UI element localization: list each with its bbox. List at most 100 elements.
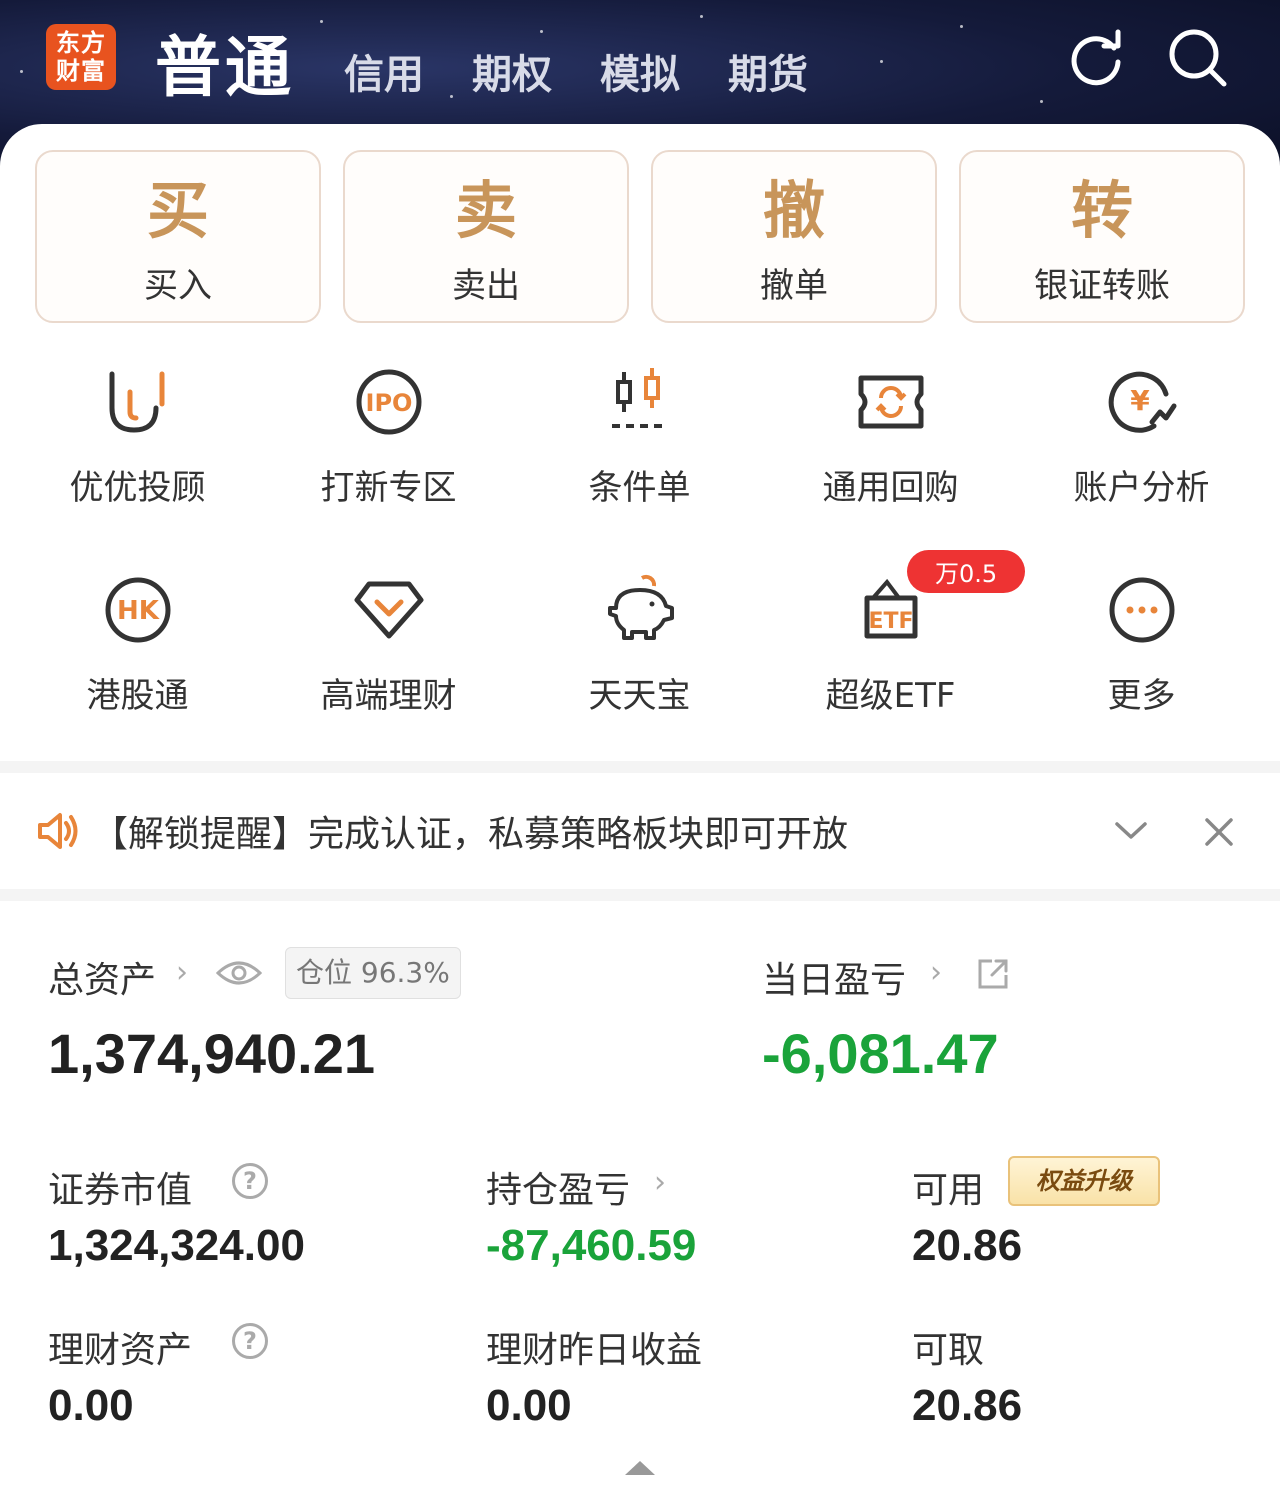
- transfer-label: 银证转账: [1034, 266, 1170, 306]
- star-decoration: [20, 70, 23, 73]
- diamond-icon: [354, 581, 423, 639]
- app-logo[interactable]: 东方 财富: [46, 24, 116, 90]
- tab-credit[interactable]: 信用: [344, 42, 424, 100]
- bank-transfer-button[interactable]: 转 银证转账: [959, 150, 1245, 323]
- grid-label: 更多: [1107, 676, 1176, 716]
- wealth-assets-label: 理财资产: [48, 1330, 193, 1371]
- transfer-glyph: 转: [1070, 174, 1133, 247]
- tab-options[interactable]: 期权: [472, 42, 552, 100]
- grid-item-super-etf[interactable]: ETF 万0.5 超级ETF: [765, 550, 1026, 717]
- upgrade-badge[interactable]: 权益升级: [1008, 1156, 1160, 1206]
- grid-label: 条件单: [588, 468, 691, 508]
- chevron-right-icon[interactable]: ›: [930, 955, 942, 990]
- position-ratio-badge: 仓位 96.3%: [285, 947, 461, 999]
- grid-label: 天天宝: [588, 676, 691, 716]
- close-icon[interactable]: [1204, 817, 1234, 847]
- grid-item-youyou[interactable]: 优优投顾: [12, 364, 263, 509]
- chevron-right-icon[interactable]: ›: [176, 955, 188, 990]
- star-decoration: [960, 25, 963, 28]
- grid-label: 账户分析: [1073, 468, 1210, 508]
- ipo-icon: IPO: [356, 369, 421, 435]
- wealth-assets-value: 0.00: [48, 1381, 134, 1430]
- repurchase-icon: [858, 375, 923, 429]
- youyou-icon: [109, 371, 164, 433]
- share-icon[interactable]: [976, 957, 1010, 991]
- grid-item-more[interactable]: 更多: [1016, 572, 1267, 717]
- star-decoration: [320, 20, 323, 23]
- logo-text-line1: 东方: [56, 29, 106, 57]
- trade-panel: 买 买入 卖 卖出 撤 撤单 转 银证转账 优优投顾 IPO 打新专区 条件单 …: [0, 124, 1280, 761]
- grid-item-tiantianbao[interactable]: 天天宝: [514, 572, 765, 717]
- holding-pl-label[interactable]: 持仓盈亏: [486, 1161, 630, 1213]
- chevron-right-icon[interactable]: ›: [654, 1165, 666, 1200]
- grid-label: 港股通: [86, 676, 189, 716]
- securities-value-label: 证券市值: [48, 1170, 193, 1211]
- tab-normal[interactable]: 普通: [155, 14, 295, 110]
- star-decoration: [540, 30, 543, 33]
- grid-item-conditional-order[interactable]: 条件单: [514, 364, 765, 509]
- buy-glyph: 买: [146, 174, 209, 247]
- svg-text:IPO: IPO: [365, 389, 412, 417]
- cancel-label: 撤单: [760, 266, 828, 306]
- wealth-yesterday-value: 0.00: [486, 1381, 572, 1430]
- grid-item-hk-connect[interactable]: HK 港股通: [12, 572, 263, 717]
- more-icon: [1109, 577, 1174, 643]
- withdrawable-label: 可取: [912, 1330, 985, 1371]
- cancel-order-button[interactable]: 撤 撤单: [651, 150, 937, 323]
- star-decoration: [700, 15, 703, 18]
- grid-label: 优优投顾: [69, 468, 206, 508]
- daily-pl-value: -6,081.47: [762, 1022, 999, 1085]
- sell-glyph: 卖: [454, 174, 517, 247]
- help-icon[interactable]: ?: [232, 1323, 268, 1359]
- feature-grid-row1: 优优投顾 IPO 打新专区 条件单 通用回购 ¥ 账户分析: [0, 364, 1280, 509]
- total-assets-label[interactable]: 总资产: [48, 951, 156, 1003]
- grid-label: 高端理财: [320, 676, 457, 716]
- daily-pl-label[interactable]: 当日盈亏: [762, 951, 906, 1003]
- available-value: 20.86: [912, 1221, 1023, 1270]
- svg-text:HK: HK: [117, 596, 160, 626]
- grid-item-premium-wealth[interactable]: 高端理财: [263, 572, 514, 717]
- sell-button[interactable]: 卖 卖出: [343, 150, 629, 323]
- holding-pl-value: -87,460.59: [486, 1221, 697, 1270]
- notice-bar[interactable]: 【解锁提醒】完成认证，私募策略板块即可开放: [0, 773, 1280, 889]
- star-decoration: [880, 60, 883, 63]
- svg-text:¥: ¥: [1130, 384, 1150, 417]
- buy-button[interactable]: 买 买入: [35, 150, 321, 323]
- star-decoration: [1040, 100, 1043, 103]
- securities-value: 1,324,324.00: [48, 1221, 305, 1270]
- wealth-yesterday-label: 理财昨日收益: [486, 1330, 703, 1371]
- grid-label: 超级ETF: [825, 676, 956, 716]
- logo-text-line2: 财富: [56, 57, 106, 85]
- piggy-bank-icon: [607, 574, 674, 640]
- total-assets-value: 1,374,940.21: [48, 1022, 375, 1085]
- sell-label: 卖出: [452, 266, 520, 306]
- refresh-icon[interactable]: [1064, 26, 1128, 90]
- notice-text: 【解锁提醒】完成认证，私募策略板块即可开放: [92, 814, 849, 855]
- tab-futures[interactable]: 期货: [728, 42, 808, 100]
- tab-simulation[interactable]: 模拟: [600, 42, 680, 100]
- svg-text:ETF: ETF: [868, 609, 913, 634]
- account-analysis-icon: ¥: [1108, 371, 1176, 433]
- available-label: 可用: [912, 1170, 985, 1211]
- eye-icon[interactable]: [216, 957, 262, 989]
- search-icon[interactable]: [1166, 26, 1230, 90]
- grid-label: 打新专区: [320, 468, 457, 508]
- help-icon[interactable]: ?: [232, 1163, 268, 1199]
- asset-summary: 总资产 › 仓位 96.3% 1,374,940.21 当日盈亏 › -6,08…: [0, 901, 1280, 1488]
- buy-label: 买入: [144, 266, 212, 306]
- feature-grid-row2: HK 港股通 高端理财 天天宝 ETF 万0.5 超级ETF 更多: [0, 550, 1280, 717]
- rate-badge: 万0.5: [907, 550, 1026, 593]
- grid-label: 通用回购: [822, 468, 959, 508]
- grid-item-account-analysis[interactable]: ¥ 账户分析: [1016, 364, 1267, 509]
- chevron-down-icon[interactable]: [1114, 819, 1148, 843]
- hk-icon: HK: [105, 577, 170, 643]
- cancel-glyph: 撤: [762, 174, 825, 247]
- account-type-tabs: 信用 期权 模拟 期货: [344, 42, 808, 100]
- candlestick-icon: [611, 368, 668, 428]
- grid-item-ipo[interactable]: IPO 打新专区: [263, 364, 514, 509]
- grid-item-repurchase[interactable]: 通用回购: [765, 364, 1016, 509]
- speaker-icon: [38, 813, 78, 849]
- withdrawable-value: 20.86: [912, 1381, 1023, 1430]
- primary-actions: 买 买入 卖 卖出 撤 撤单 转 银证转账: [35, 150, 1245, 323]
- collapse-arrow-icon[interactable]: [625, 1461, 655, 1475]
